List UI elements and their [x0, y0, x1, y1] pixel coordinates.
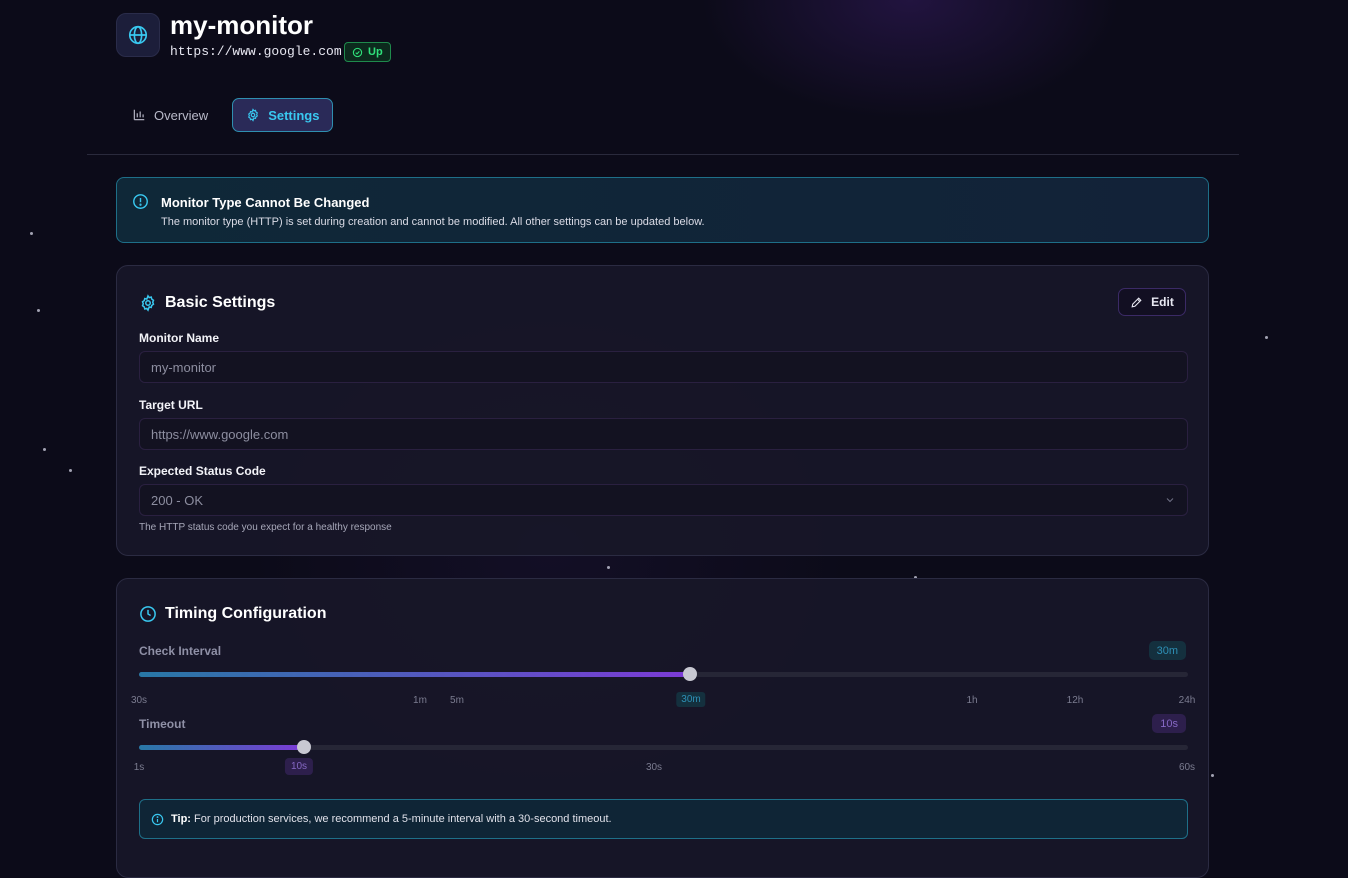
- check-circle-icon: [352, 47, 363, 57]
- chevron-down-icon: [1166, 498, 1174, 503]
- check-interval-tick: 1h: [966, 695, 978, 706]
- target-url-label: Target URL: [139, 398, 203, 412]
- status-badge: Up: [344, 42, 391, 62]
- check-interval-label: Check Interval: [139, 644, 222, 658]
- pencil-icon: [1131, 296, 1142, 308]
- edit-label: Edit: [1151, 295, 1174, 309]
- gear-icon: [248, 108, 259, 122]
- timeout-tick: 60s: [1178, 762, 1196, 773]
- timeout-label: Timeout: [139, 717, 186, 731]
- page-title: my-monitor: [170, 10, 313, 40]
- check-interval-tick: 24h: [1178, 695, 1196, 706]
- timeout-slider[interactable]: [139, 740, 1188, 754]
- basic-settings-title: Basic Settings: [165, 294, 276, 311]
- check-interval-tick: 12h: [1066, 695, 1084, 706]
- timing-card: Timing Configuration Check Interval 30m …: [116, 578, 1209, 878]
- basic-settings-heading: Basic Settings: [139, 294, 275, 312]
- check-interval-slider[interactable]: [139, 667, 1188, 681]
- status-text: Up: [368, 46, 383, 58]
- monitor-url: https://www.google.com: [170, 44, 342, 59]
- check-interval-value-badge: 30m: [1148, 641, 1186, 660]
- globe-icon: [128, 25, 148, 45]
- status-code-select[interactable]: 200 - OK: [139, 484, 1188, 516]
- monitor-name-label: Monitor Name: [139, 331, 220, 345]
- tab-bar: Overview Settings: [118, 98, 334, 132]
- timing-tip: Tip: For production services, we recomme…: [139, 799, 1188, 839]
- target-url-input[interactable]: [139, 418, 1188, 450]
- timeout-fill: [139, 745, 304, 750]
- check-interval-tick: 5m: [450, 695, 464, 706]
- clock-icon: [140, 606, 156, 622]
- timeout-value-badge: 10s: [1152, 714, 1186, 733]
- info-icon: [133, 194, 148, 209]
- timing-title: Timing Configuration: [165, 605, 327, 622]
- gear-icon: [141, 294, 155, 312]
- alert-text: The monitor type (HTTP) is set during cr…: [161, 216, 705, 228]
- alert-title: Monitor Type Cannot Be Changed: [161, 195, 370, 210]
- monitor-avatar: [116, 13, 160, 57]
- info-icon: [151, 813, 164, 825]
- tab-settings[interactable]: Settings: [232, 98, 334, 132]
- monitor-type-alert: Monitor Type Cannot Be Changed The monit…: [116, 177, 1209, 243]
- tab-overview[interactable]: Overview: [118, 98, 222, 132]
- timeout-thumb[interactable]: [296, 740, 311, 754]
- edit-button[interactable]: Edit: [1118, 288, 1186, 316]
- tab-overview-label: Overview: [154, 107, 209, 123]
- bar-chart-icon: [133, 109, 145, 121]
- check-interval-fill: [139, 672, 690, 677]
- timeout-tick: 30s: [645, 762, 663, 773]
- check-interval-thumb[interactable]: [682, 667, 697, 681]
- timing-heading: Timing Configuration: [139, 605, 326, 623]
- check-interval-tick: 1m: [413, 695, 427, 706]
- basic-settings-card: Basic Settings Edit Monitor Name Target …: [116, 265, 1209, 556]
- check-interval-tick: 30s: [130, 695, 148, 706]
- status-code-value: 200 - OK: [151, 492, 204, 508]
- timeout-tick: 1s: [133, 762, 145, 773]
- tab-divider: [87, 154, 1239, 155]
- tab-settings-label: Settings: [268, 107, 320, 123]
- monitor-name-input[interactable]: [139, 351, 1188, 383]
- timeout-tick-selected: 10s: [284, 758, 314, 775]
- status-code-hint: The HTTP status code you expect for a he…: [139, 522, 392, 533]
- check-interval-tick-selected: 30m: [676, 692, 706, 707]
- status-code-label: Expected Status Code: [139, 464, 266, 478]
- tip-text: For production services, we recommend a …: [194, 813, 612, 825]
- tip-prefix: Tip:: [171, 813, 191, 825]
